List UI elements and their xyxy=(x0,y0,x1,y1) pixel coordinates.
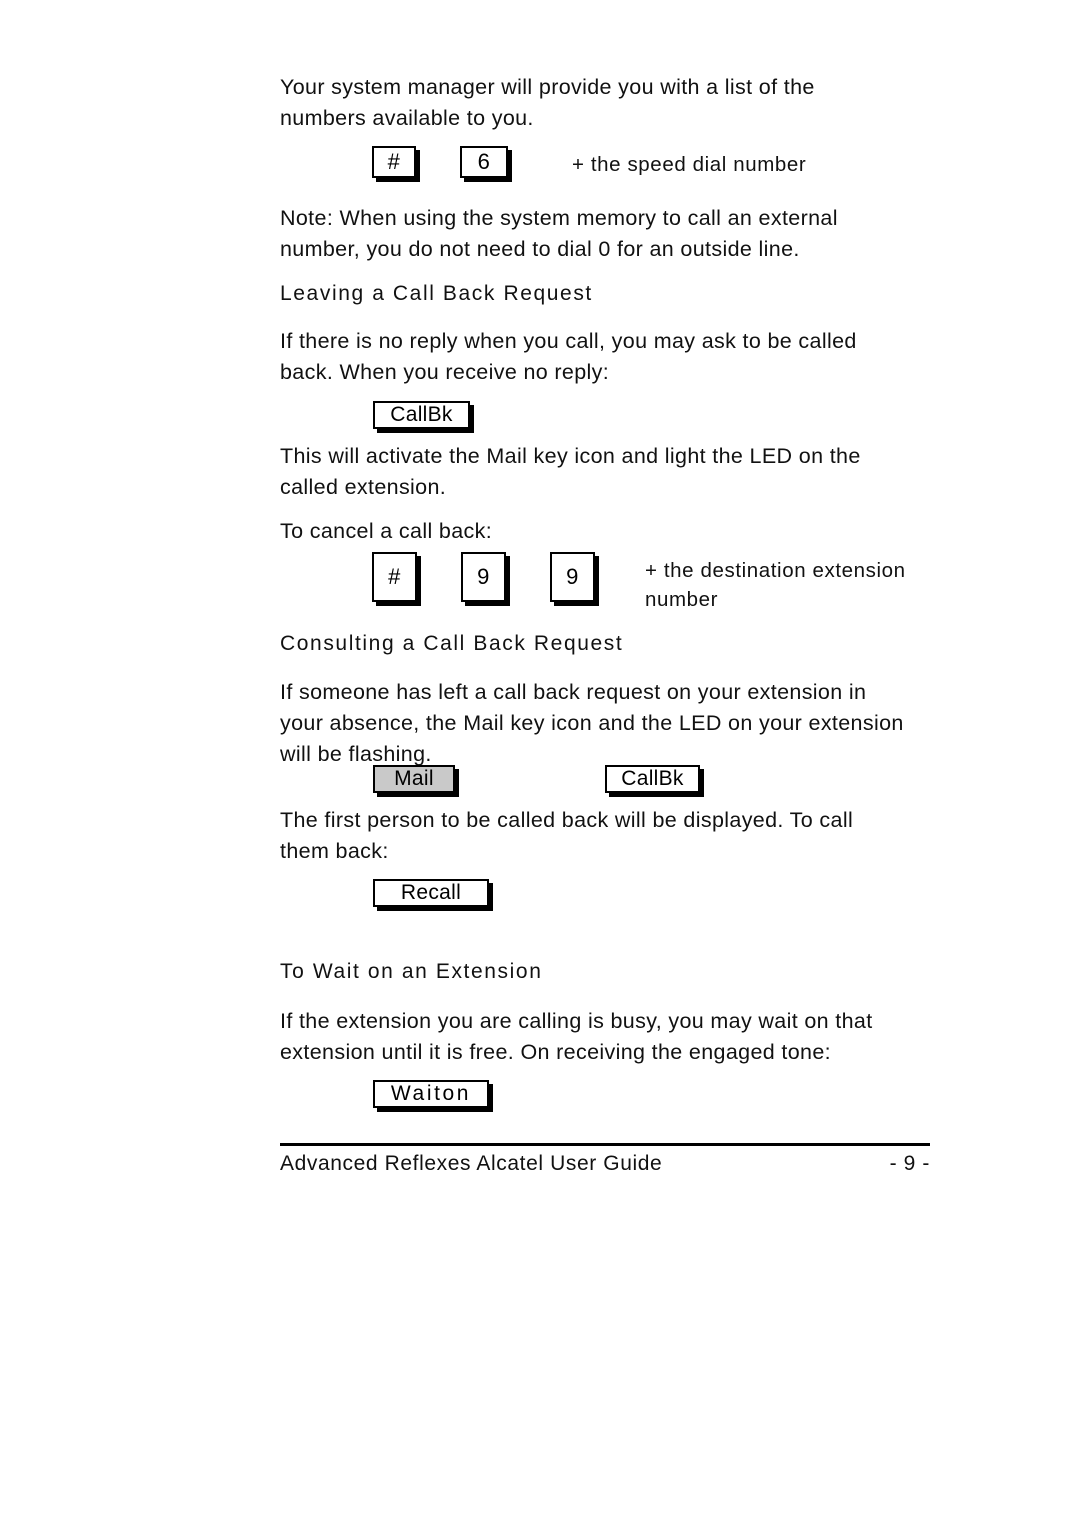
key-label: 9 xyxy=(566,564,579,589)
key-label: # xyxy=(388,564,401,589)
softkey-label: CallBk xyxy=(390,403,453,426)
heading-to-wait-on-an-extension: To Wait on an Extension xyxy=(280,960,543,983)
key-9-first-cancel-callback[interactable]: 9 xyxy=(461,552,506,602)
key-hash-speed-dial[interactable]: # xyxy=(372,146,416,178)
softkey-mail[interactable]: Mail xyxy=(373,765,455,793)
consulting-paragraph: If someone has left a call back request … xyxy=(280,680,904,766)
key-label: 6 xyxy=(477,149,491,174)
softkey-label: Waiton xyxy=(390,1082,472,1105)
footer-divider xyxy=(280,1143,930,1146)
heading-consulting-call-back-request: Consulting a Call Back Request xyxy=(280,632,624,655)
leaving-paragraph: If there is no reply when you call, you … xyxy=(280,329,857,384)
softkey-label: Mail xyxy=(394,767,434,790)
key-label: 9 xyxy=(477,564,490,589)
key-6-speed-dial[interactable]: 6 xyxy=(460,146,508,178)
cancel-callback-lead-in: To cancel a call back: xyxy=(280,519,493,543)
document-page: Your system manager will provide you wit… xyxy=(0,0,1080,1528)
heading-leaving-call-back-request: Leaving a Call Back Request xyxy=(280,282,593,305)
footer-title: Advanced Reflexes Alcatel User Guide xyxy=(280,1152,663,1175)
softkey-callbk-leave[interactable]: CallBk xyxy=(373,401,470,429)
leaving-result-paragraph: This will activate the Mail key icon and… xyxy=(280,444,861,499)
note-paragraph: Note: When using the system memory to ca… xyxy=(280,206,838,261)
key-label: # xyxy=(387,149,401,174)
consulting-result-paragraph: The first person to be called back will … xyxy=(280,808,854,863)
footer-page-number: - 9 - xyxy=(889,1152,930,1175)
wait-paragraph: If the extension you are calling is busy… xyxy=(280,1009,873,1064)
softkey-callbk-consult[interactable]: CallBk xyxy=(605,765,700,793)
cancel-callback-hint: + the destination extension number xyxy=(645,559,906,611)
key-hash-cancel-callback[interactable]: # xyxy=(372,552,417,602)
intro-paragraph: Your system manager will provide you wit… xyxy=(280,75,815,130)
softkey-recall[interactable]: Recall xyxy=(373,879,489,907)
key-9-second-cancel-callback[interactable]: 9 xyxy=(550,552,595,602)
softkey-waiton[interactable]: Waiton xyxy=(373,1080,489,1108)
softkey-label: CallBk xyxy=(621,767,684,790)
softkey-label: Recall xyxy=(400,881,462,904)
speed-dial-hint: + the speed dial number xyxy=(572,153,807,176)
